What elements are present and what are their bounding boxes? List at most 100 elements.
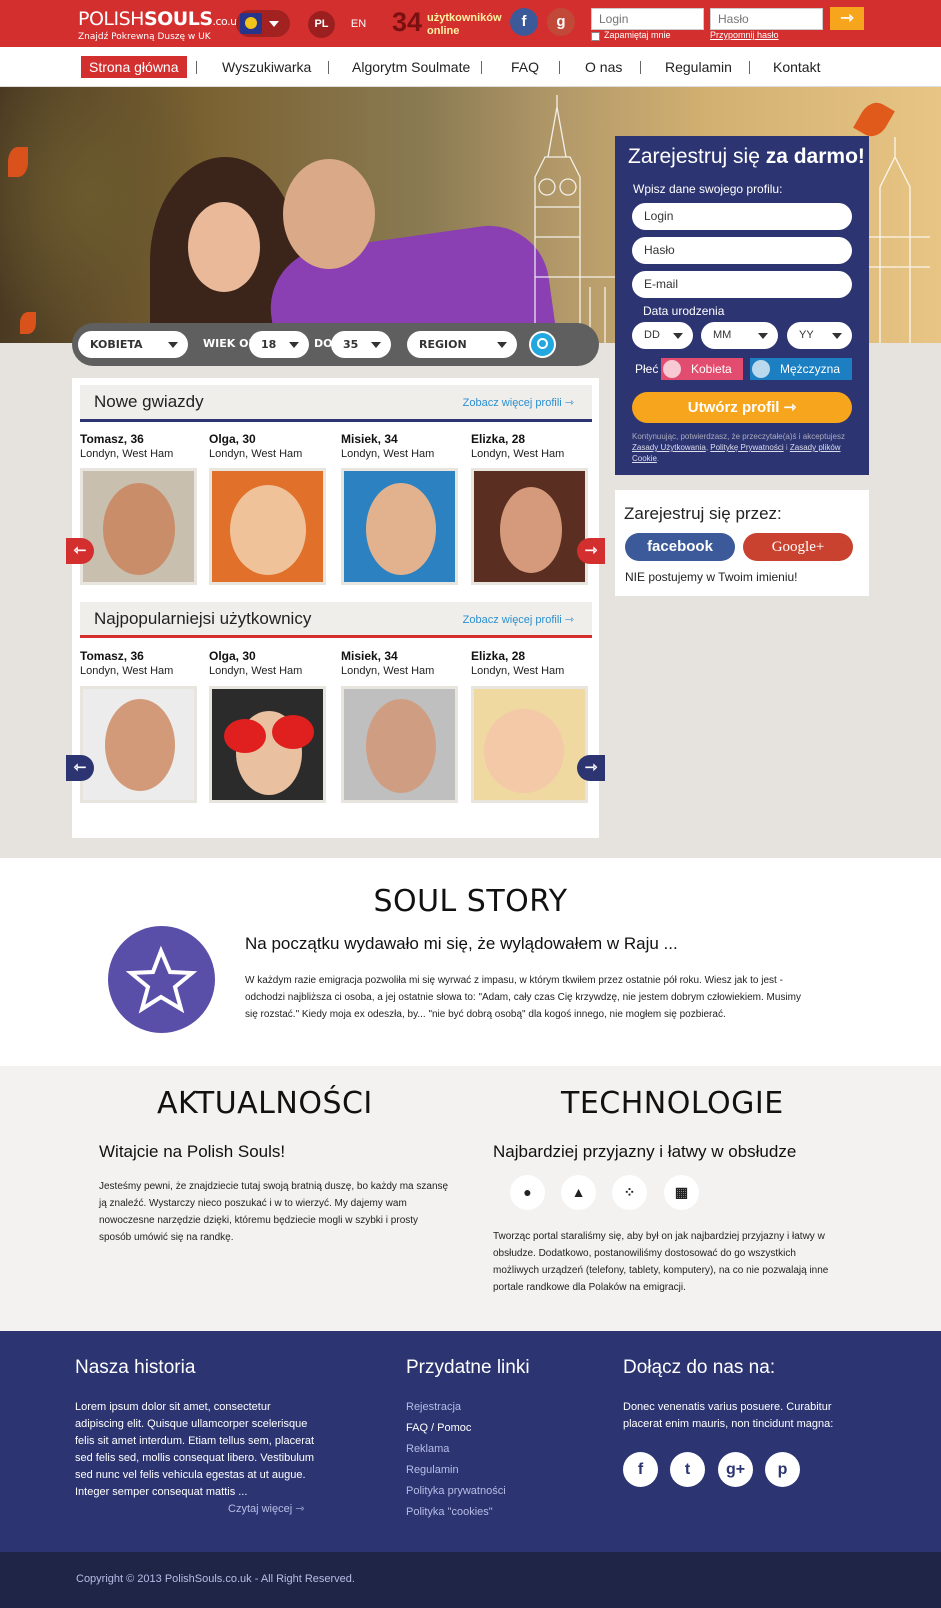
profile-photo[interactable] — [209, 468, 326, 585]
facebook-icon[interactable]: f — [510, 8, 538, 36]
profile-photo[interactable] — [341, 468, 458, 585]
login-submit-button[interactable]: ⇾ — [830, 7, 864, 30]
windows-icon: ▦ — [664, 1175, 699, 1210]
profiles-panel: Nowe gwiazdy Zobacz więcej profili ⇾ Tom… — [66, 378, 605, 838]
carousel-prev-icon[interactable]: ⇽ — [66, 538, 94, 564]
soul-story-section: SOUL STORY Na początku wydawało mi się, … — [0, 858, 941, 1066]
dob-month-select[interactable]: MM — [701, 322, 778, 349]
profile-location: Londyn, West Ham — [341, 448, 435, 460]
avatar — [484, 709, 564, 793]
footer-link-faq[interactable]: FAQ / Pomoc — [406, 1418, 471, 1439]
profile-photo[interactable] — [80, 468, 197, 585]
new-stars-more-link[interactable]: Zobacz więcej profili ⇾ — [463, 396, 574, 409]
profile-name[interactable]: Olga, 30 — [209, 432, 256, 446]
create-profile-button[interactable]: Utwórz profil ⇾ — [632, 392, 852, 423]
chevron-down-icon — [673, 333, 683, 339]
profile-name[interactable]: Misiek, 34 — [341, 649, 398, 663]
section-underline — [80, 419, 592, 422]
profile-name[interactable]: Tomasz, 36 — [80, 649, 144, 663]
profile-photo[interactable] — [209, 686, 326, 803]
terms-of-use-link[interactable]: Zasady Użytkowania — [632, 443, 706, 452]
copyright-text: Copyright © 2013 PolishSouls.co.uk - All… — [76, 1573, 355, 1585]
nav-item-search[interactable]: Wyszukiwarka — [222, 56, 311, 78]
language-pl-button[interactable]: PL — [308, 11, 335, 38]
dob-year-select[interactable]: YY — [787, 322, 852, 349]
country-selector[interactable] — [236, 10, 290, 37]
register-email-field[interactable]: E-mail — [632, 271, 852, 298]
terms-text: Kontynuując, potwierdzasz, że przeczytał… — [632, 431, 857, 464]
google-plus-icon[interactable]: g — [547, 8, 575, 36]
google-plus-icon[interactable]: g+ — [718, 1452, 753, 1487]
carousel-prev-icon[interactable]: ⇽ — [66, 755, 94, 781]
google-register-button[interactable]: Google+ — [743, 533, 853, 561]
nav-item-home[interactable]: Strona główna — [81, 56, 187, 78]
nav-divider — [640, 61, 641, 74]
popular-header: Najpopularniejsi użytkownicy Zobacz więc… — [80, 602, 592, 636]
region-select[interactable]: REGION — [407, 331, 517, 358]
footer-history-title: Nasza historia — [75, 1357, 196, 1378]
chevron-down-icon — [289, 342, 299, 348]
news-tech-section: AKTUALNOŚCI Witajcie na Polish Souls! Je… — [0, 1066, 941, 1331]
online-label-2: online — [427, 25, 460, 37]
gender-female-radio[interactable]: Kobieta — [661, 358, 743, 380]
pinterest-icon[interactable]: p — [765, 1452, 800, 1487]
facebook-icon[interactable]: f — [623, 1452, 658, 1487]
privacy-policy-link[interactable]: Politykę Prywatności — [710, 443, 783, 452]
forgot-password-link[interactable]: Przypomnij hasło — [710, 30, 779, 40]
nav-item-faq[interactable]: FAQ — [511, 56, 539, 78]
gender-select[interactable]: KOBIETA — [78, 331, 188, 358]
profile-photo[interactable] — [471, 468, 588, 585]
footer-link-privacy[interactable]: Polityka prywatności — [406, 1481, 506, 1502]
profile-name[interactable]: Misiek, 34 — [341, 432, 398, 446]
radio-icon — [663, 360, 681, 378]
online-label: użytkowników online — [427, 12, 513, 38]
nav-item-algorithm[interactable]: Algorytm Soulmate — [352, 56, 470, 78]
language-en-button[interactable]: EN — [345, 11, 372, 38]
search-icon[interactable] — [529, 331, 556, 358]
register-login-field[interactable]: Login — [632, 203, 852, 230]
footer-link-ads[interactable]: Reklama — [406, 1439, 449, 1460]
profile-name[interactable]: Elizka, 28 — [471, 432, 525, 446]
dob-day-value: DD — [644, 329, 660, 341]
globe-flag-icon — [240, 13, 262, 34]
gender-label: Płeć — [635, 362, 659, 376]
footer-link-register[interactable]: Rejestracja — [406, 1397, 461, 1418]
tech-title: Najbardziej przyjazny i łatwy w obsłudze — [493, 1142, 797, 1161]
profile-name[interactable]: Tomasz, 36 — [80, 432, 144, 446]
nav-item-about[interactable]: O nas — [585, 56, 622, 78]
password-input[interactable] — [710, 8, 823, 30]
age-to-select[interactable]: 35 — [331, 331, 391, 358]
profile-name[interactable]: Olga, 30 — [209, 649, 256, 663]
footer-link-cookies[interactable]: Polityka "cookies" — [406, 1502, 493, 1523]
age-from-value: 18 — [261, 338, 277, 351]
remember-checkbox[interactable] — [591, 32, 600, 41]
footer-link-terms[interactable]: Regulamin — [406, 1460, 459, 1481]
carousel-next-icon[interactable]: ⇾ — [577, 755, 605, 781]
radio-icon — [752, 360, 770, 378]
age-from-select[interactable]: 18 — [249, 331, 309, 358]
nav-item-terms[interactable]: Regulamin — [665, 56, 732, 78]
star-arrows-icon — [108, 926, 215, 1033]
carousel-next-icon[interactable]: ⇾ — [577, 538, 605, 564]
facebook-register-button[interactable]: facebook — [625, 533, 735, 561]
age-to-value: 35 — [343, 338, 359, 351]
login-input[interactable] — [591, 8, 704, 30]
read-more-link[interactable]: Czytaj więcej ⇾ — [228, 1499, 304, 1520]
chevron-down-icon — [497, 342, 507, 348]
popular-more-link[interactable]: Zobacz więcej profili ⇾ — [463, 613, 574, 626]
age-to-label: DO — [314, 337, 333, 350]
site-logo[interactable]: POLISHSOULS.co.uk Znajdź Pokrewną Duszę … — [78, 9, 243, 42]
profile-name[interactable]: Elizka, 28 — [471, 649, 525, 663]
news-heading: AKTUALNOŚCI — [157, 1086, 373, 1121]
soul-story-heading: SOUL STORY — [373, 884, 568, 919]
register-title: Zarejestruj się za darmo! — [628, 145, 865, 169]
register-password-field[interactable]: Hasło — [632, 237, 852, 264]
dob-day-select[interactable]: DD — [632, 322, 693, 349]
nav-item-contact[interactable]: Kontakt — [773, 56, 820, 78]
profile-photo[interactable] — [80, 686, 197, 803]
profile-photo[interactable] — [471, 686, 588, 803]
read-more-label: Czytaj więcej — [228, 1503, 293, 1515]
gender-male-radio[interactable]: Mężczyzna — [750, 358, 852, 380]
twitter-icon[interactable]: t — [670, 1452, 705, 1487]
profile-photo[interactable] — [341, 686, 458, 803]
